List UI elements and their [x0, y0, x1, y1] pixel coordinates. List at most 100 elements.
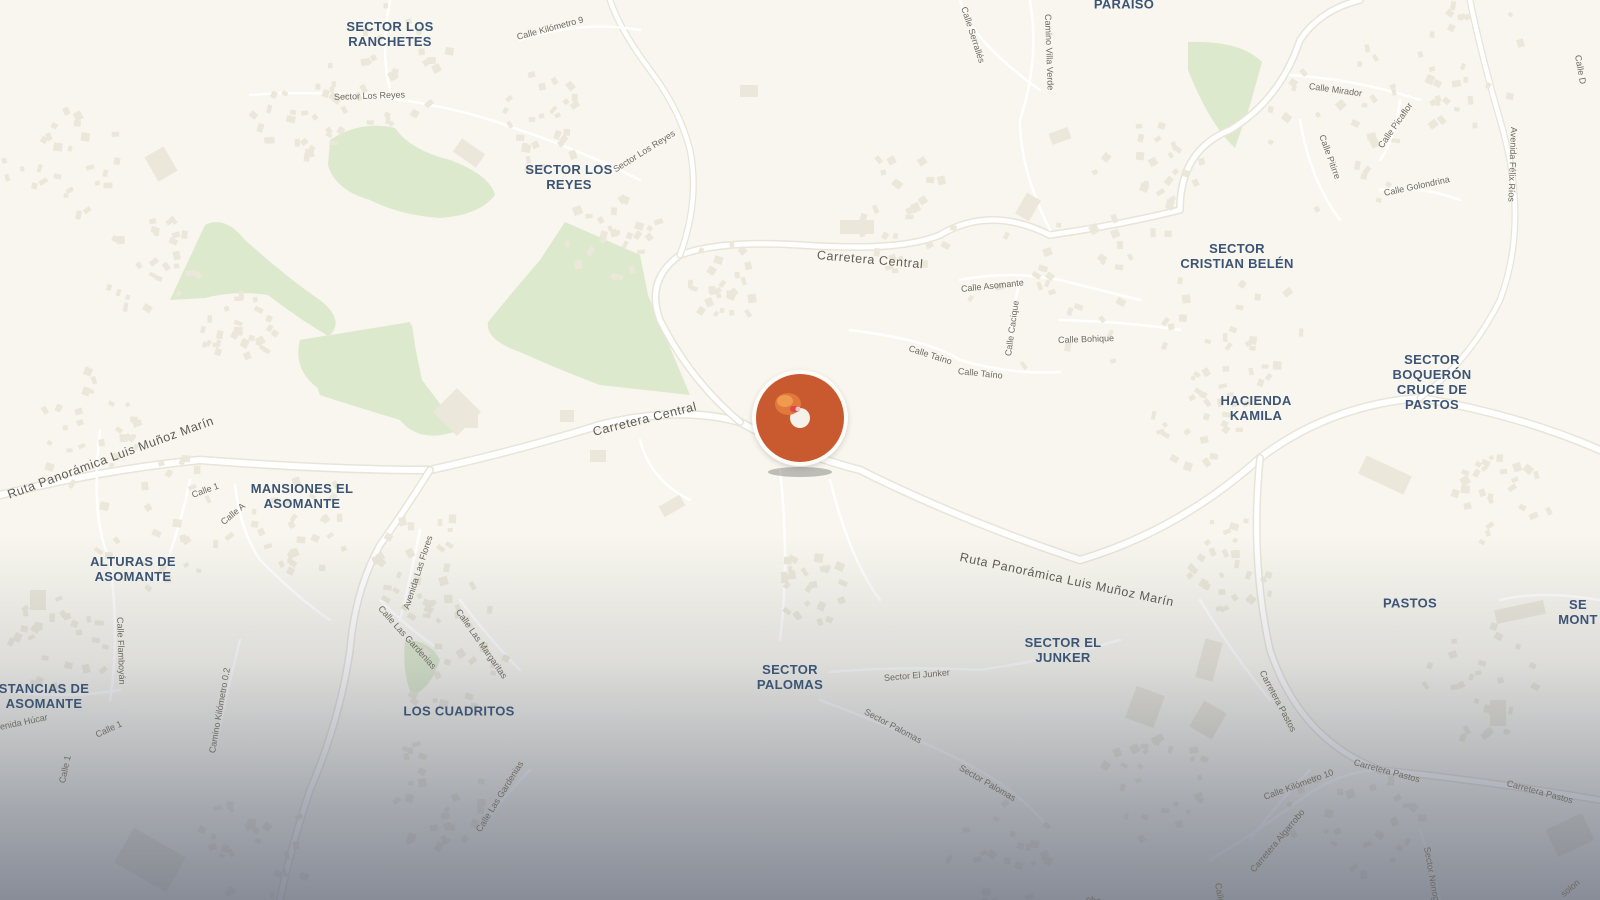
house-footprint [1100, 152, 1112, 163]
house-footprint [91, 637, 101, 644]
house-footprint [1172, 801, 1179, 808]
house-footprint [1515, 643, 1522, 650]
house-footprint [1167, 323, 1175, 331]
house-footprint [94, 620, 104, 626]
house-footprint [1222, 366, 1230, 372]
house-footprint [148, 217, 157, 225]
house-footprint [450, 792, 461, 803]
house-footprint [1510, 476, 1519, 484]
house-footprint [113, 157, 121, 166]
house-footprint [1505, 92, 1514, 101]
map-canvas[interactable]: SECTOR LOS RANCHETES PARAÍSO SECTOR LOS … [0, 0, 1600, 900]
place-label-sector-cristian-belen[interactable]: SECTOR CRISTIAN BELÉN [1180, 241, 1293, 271]
house-footprint [408, 780, 414, 786]
house-footprint [880, 231, 890, 241]
place-label-sector-el-junker[interactable]: SECTOR EL JUNKER [1025, 635, 1102, 665]
place-label-sector-palomas[interactable]: SECTOR PALOMAS [757, 662, 823, 692]
house-footprint [880, 169, 887, 176]
house-footprint [216, 330, 224, 340]
house-footprint [318, 564, 326, 571]
place-label-sector-mont[interactable]: SE MONT [1558, 597, 1597, 627]
place-label-pastos[interactable]: PASTOS [1383, 596, 1437, 611]
house-footprint [1164, 230, 1172, 238]
house-footprint [105, 283, 113, 292]
house-footprint [148, 271, 158, 280]
place-label-hacienda-kamila[interactable]: HACIENDA KAMILA [1220, 393, 1291, 423]
house-footprint [962, 827, 970, 833]
house-footprint [287, 520, 296, 530]
place-label-los-cuadritos[interactable]: LOS CUADRITOS [403, 704, 514, 719]
house-footprint [406, 612, 417, 622]
place-label-sector-boqueron[interactable]: SECTOR BOQUERÓN CRUCE DE PASTOS [1393, 352, 1472, 412]
house-footprint [72, 110, 84, 122]
house-footprint [1472, 468, 1482, 478]
house-footprint [1178, 314, 1187, 322]
house-footprint [398, 516, 408, 527]
house-footprint [704, 297, 715, 308]
house-footprint [636, 249, 646, 255]
house-footprint [298, 871, 310, 882]
house-footprint [740, 276, 748, 286]
house-footprint [38, 177, 49, 186]
house-footprint [1230, 593, 1239, 602]
place-label-sector-los-ranchetes[interactable]: SECTOR LOS RANCHETES [346, 19, 433, 49]
place-label-sector-los-reyes[interactable]: SECTOR LOS REYES [525, 162, 612, 192]
house-footprint [1066, 306, 1074, 316]
house-footprint [111, 131, 120, 137]
house-footprint [695, 305, 706, 316]
house-footprint [1488, 454, 1495, 461]
house-footprint [1463, 501, 1472, 511]
house-footprint [1029, 839, 1040, 849]
house-footprint [171, 231, 181, 239]
house-footprint [1489, 622, 1499, 631]
house-footprint [289, 109, 297, 116]
house-footprint [80, 132, 91, 142]
house-footprint [564, 240, 571, 248]
house-footprint [277, 560, 286, 568]
house-footprint [1025, 843, 1031, 852]
house-footprint [1099, 760, 1112, 772]
house-footprint [1369, 94, 1378, 104]
house-footprint [1232, 537, 1238, 544]
house-footprint [1009, 831, 1016, 838]
house-footprint [1140, 743, 1149, 749]
road-label-calle-bohique: Calle Bohique [1057, 333, 1115, 345]
house-footprint [107, 400, 116, 408]
place-label-estancias-de-asomante[interactable]: STANCIAS DE ASOMANTE [0, 681, 89, 711]
house-footprint [1185, 808, 1192, 815]
location-marker[interactable] [752, 370, 848, 466]
house-footprint [886, 155, 897, 166]
house-footprint [1037, 264, 1049, 273]
house-footprint [871, 204, 880, 214]
house-footprint [31, 182, 38, 190]
house-footprint [1267, 105, 1274, 114]
house-footprint [261, 821, 273, 832]
house-footprint [1137, 834, 1147, 844]
house-footprint [1248, 345, 1257, 352]
house-footprint [263, 137, 270, 144]
house-footprint [1197, 774, 1203, 781]
house-footprint [1428, 65, 1436, 73]
house-footprint [1004, 857, 1011, 865]
house-footprint [1175, 819, 1184, 828]
house-footprint [1472, 122, 1478, 129]
house-footprint [477, 778, 486, 785]
house-footprint [1313, 205, 1321, 213]
house-footprint [1518, 503, 1527, 512]
house-footprint [250, 520, 259, 528]
house-footprint [63, 661, 74, 670]
house-footprint [1119, 783, 1126, 792]
house-footprint [1450, 684, 1459, 690]
house-footprint [1109, 358, 1117, 364]
house-footprint [143, 502, 153, 513]
house-footprint [527, 71, 536, 79]
major-road-casing [276, 466, 434, 900]
house-footprint [36, 163, 43, 173]
place-label-paraiso[interactable]: PARAÍSO [1094, 0, 1154, 12]
place-label-alturas-de-asomante[interactable]: ALTURAS DE ASOMANTE [90, 554, 176, 584]
house-footprint [1459, 474, 1472, 487]
house-footprint [972, 855, 982, 864]
place-label-mansiones-el-asomante[interactable]: MANSIONES EL ASOMANTE [251, 481, 354, 511]
house-footprint [395, 571, 403, 579]
house-footprint [1189, 756, 1196, 763]
